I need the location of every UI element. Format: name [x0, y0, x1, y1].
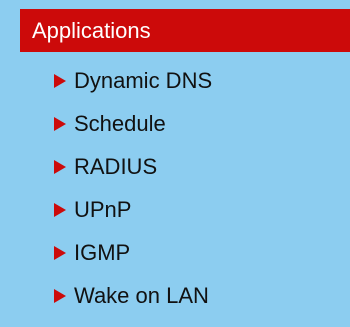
menu-header: Applications: [20, 9, 350, 52]
arrow-right-icon: [54, 288, 66, 303]
menu-item-upnp[interactable]: UPnP: [20, 188, 350, 231]
menu-item-label: Dynamic DNS: [74, 67, 213, 93]
arrow-right-icon: [54, 159, 66, 174]
arrow-right-icon: [54, 245, 66, 260]
menu-item-label: UPnP: [74, 196, 132, 222]
applications-menu: Applications Dynamic DNS Schedule RADIUS…: [0, 0, 350, 327]
arrow-right-icon: [54, 116, 66, 131]
menu-item-schedule[interactable]: Schedule: [20, 102, 350, 145]
menu-item-wake-on-lan[interactable]: Wake on LAN: [20, 274, 350, 317]
arrow-right-icon: [54, 73, 66, 88]
menu-item-label: Schedule: [74, 110, 166, 136]
menu-header-title: Applications: [32, 17, 151, 43]
menu-item-radius[interactable]: RADIUS: [20, 145, 350, 188]
menu-item-dynamic-dns[interactable]: Dynamic DNS: [20, 59, 350, 102]
menu-item-label: Wake on LAN: [74, 282, 209, 308]
menu-item-igmp[interactable]: IGMP: [20, 231, 350, 274]
menu-list: Dynamic DNS Schedule RADIUS UPnP IGMP Wa…: [20, 59, 350, 317]
menu-item-label: RADIUS: [74, 153, 158, 179]
arrow-right-icon: [54, 202, 66, 217]
menu-item-label: IGMP: [74, 239, 131, 265]
